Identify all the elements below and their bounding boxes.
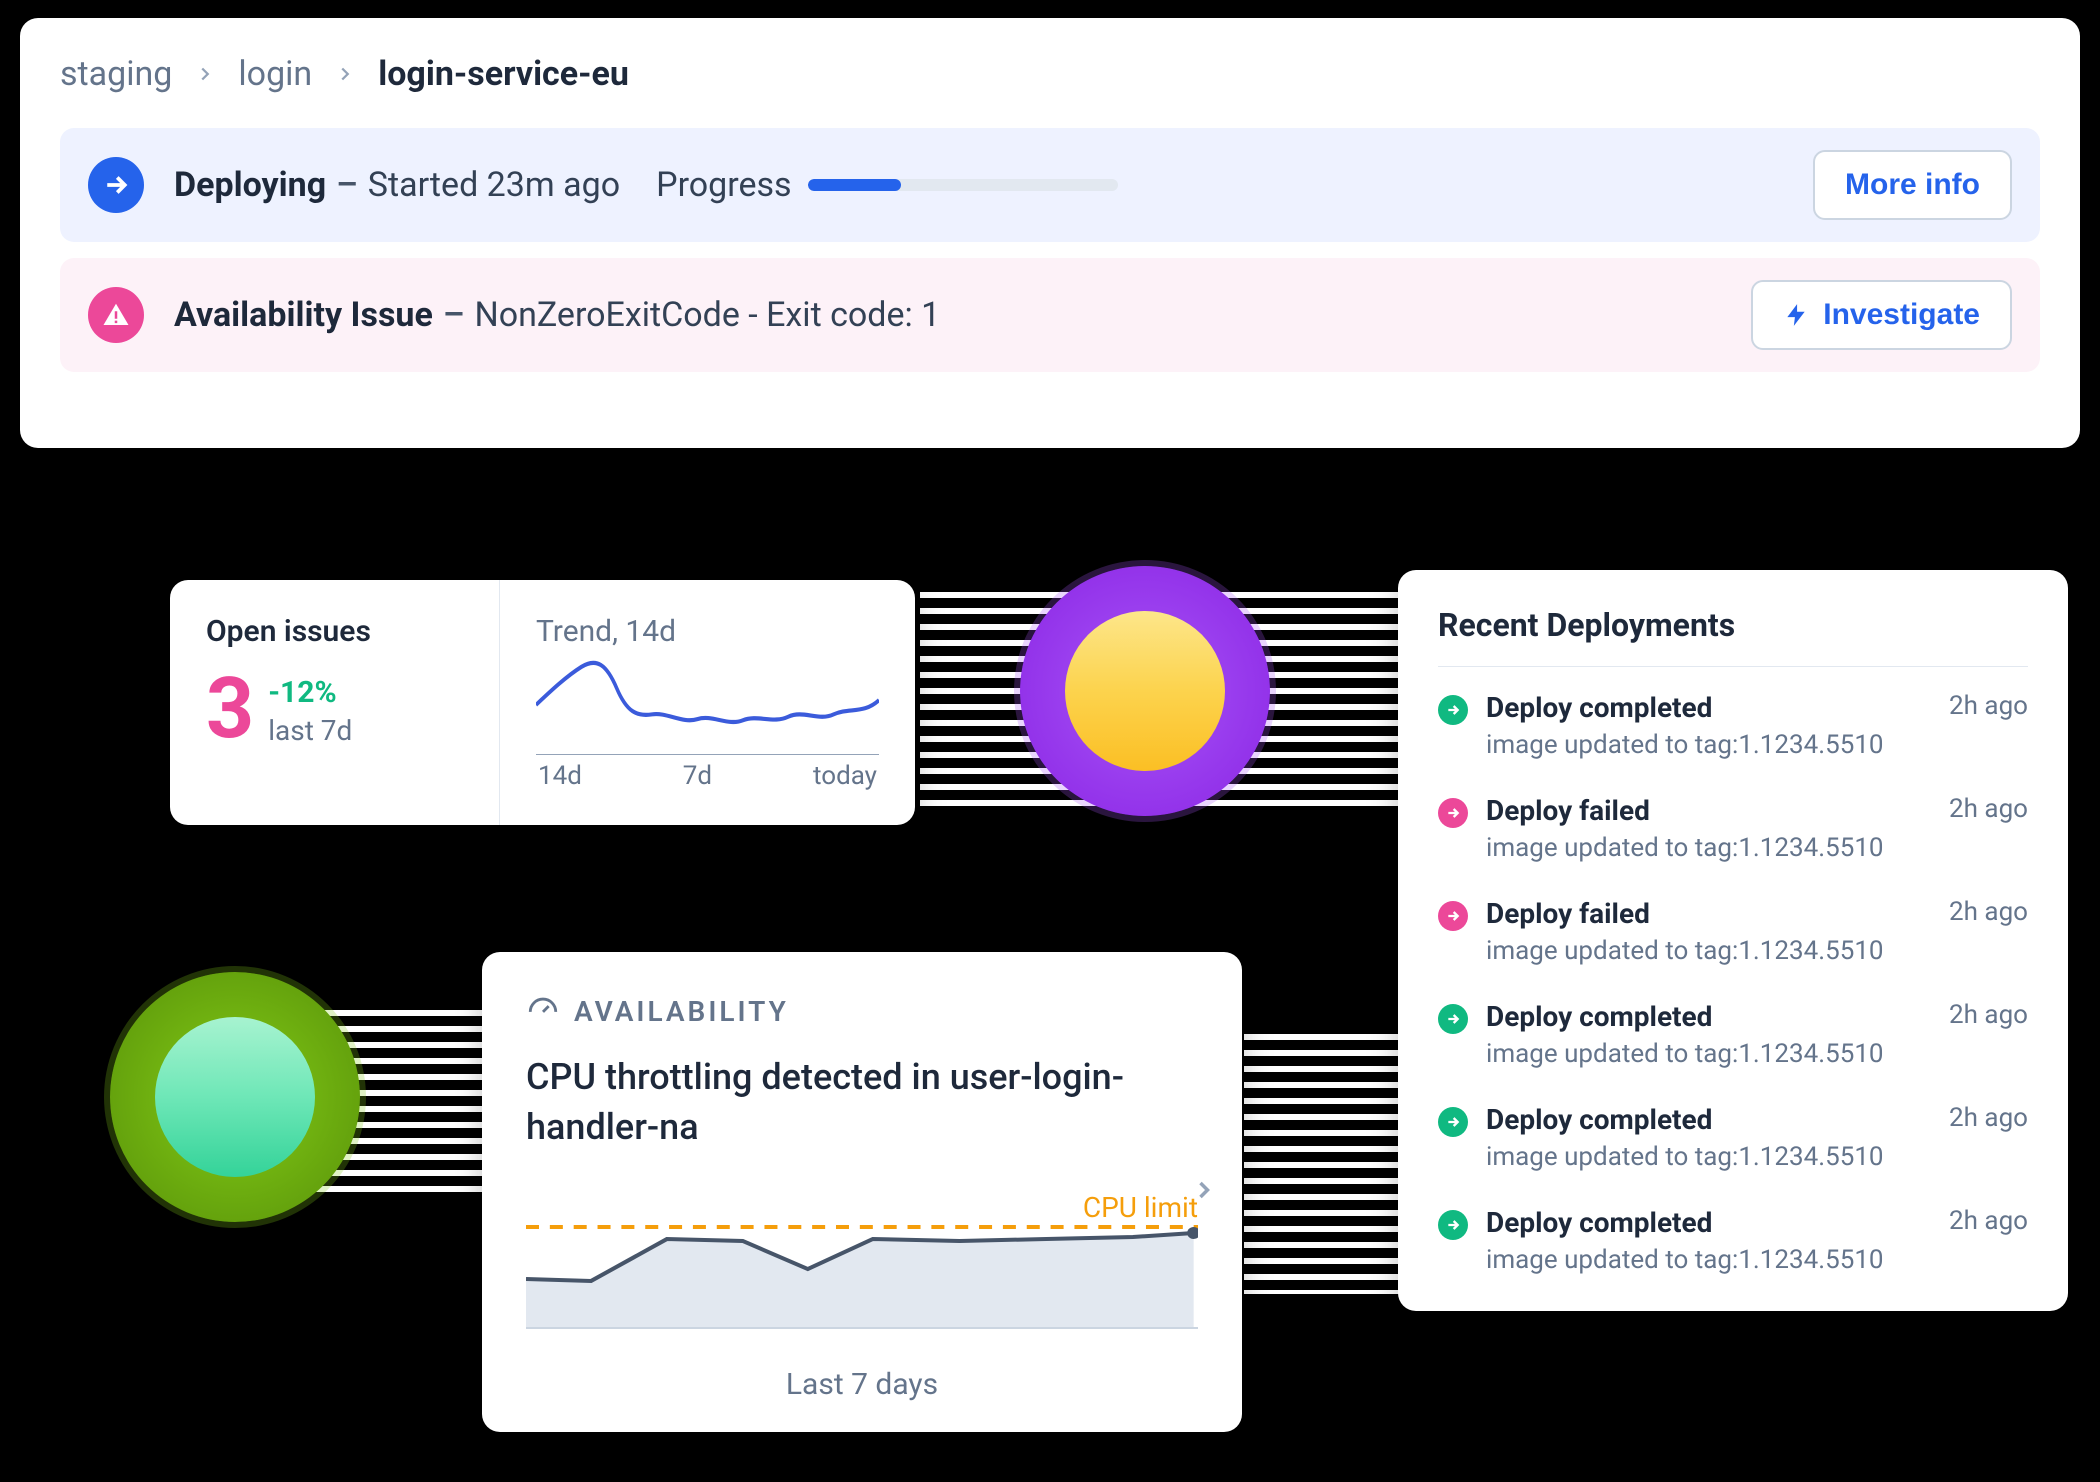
success-icon (1438, 695, 1468, 725)
availability-card[interactable]: AVAILABILITY CPU throttling detected in … (482, 952, 1242, 1432)
deployment-title: Deploy completed (1486, 691, 1931, 724)
open-issues-card[interactable]: Open issues 3 -12% last 7d Trend, 14d 14… (170, 580, 915, 825)
chevron-right-icon[interactable] (1190, 1176, 1218, 1208)
cpu-chart (526, 1169, 1198, 1329)
deployment-row[interactable]: Deploy completed image updated to tag:1.1… (1438, 1000, 2028, 1069)
open-issues-period: last 7d (268, 714, 352, 747)
breadcrumb: staging login login-service-eu (60, 54, 2040, 94)
deployment-time: 2h ago (1949, 1206, 2028, 1236)
availability-footer: Last 7 days (526, 1367, 1198, 1402)
recent-deployments-card: Recent Deployments Deploy completed image… (1398, 570, 2068, 1311)
service-header-card: staging login login-service-eu Deploying… (20, 18, 2080, 448)
progress-bar-fill (808, 179, 901, 191)
deployment-time: 2h ago (1949, 794, 2028, 824)
availability-headline: CPU throttling detected in user-login-ha… (526, 1052, 1198, 1153)
deploy-banner-title: Deploying (174, 165, 326, 205)
deployment-title: Deploy completed (1486, 1103, 1931, 1136)
deployment-time: 2h ago (1949, 1103, 2028, 1133)
deployment-time: 2h ago (1949, 1000, 2028, 1030)
chevron-right-icon (334, 63, 356, 85)
open-issues-title: Open issues (206, 614, 463, 649)
alert-triangle-icon (88, 287, 144, 343)
trend-axis: 14d 7d today (536, 754, 879, 791)
trend-sparkline (536, 655, 879, 750)
chevron-right-icon (194, 63, 216, 85)
deployment-title: Deploy completed (1486, 1206, 1931, 1239)
trend-title: Trend, 14d (536, 614, 879, 649)
success-icon (1438, 1004, 1468, 1034)
deploy-banner: Deploying – Started 23m ago Progress Mor… (60, 128, 2040, 242)
deployment-title: Deploy failed (1486, 794, 1931, 827)
success-icon (1438, 1210, 1468, 1240)
deployment-detail: image updated to tag:1.1234.5510 (1486, 1039, 1931, 1069)
deployment-time: 2h ago (1949, 897, 2028, 927)
gauge-icon (526, 992, 560, 1030)
avatar-photo (1065, 611, 1225, 771)
deployment-detail: image updated to tag:1.1234.5510 (1486, 833, 1931, 863)
open-issues-panel: Open issues 3 -12% last 7d (170, 580, 500, 825)
recent-deployments-title: Recent Deployments (1438, 606, 2028, 644)
open-issues-delta: -12% (268, 675, 352, 710)
breadcrumb-item[interactable]: staging (60, 54, 172, 94)
progress-bar (808, 179, 1118, 191)
deployment-time: 2h ago (1949, 691, 2028, 721)
issue-banner-subtitle: NonZeroExitCode - Exit code: 1 (474, 295, 940, 335)
deployment-detail: image updated to tag:1.1234.5510 (1486, 1245, 1931, 1275)
issue-banner-title: Availability Issue (174, 295, 433, 335)
deployment-title: Deploy completed (1486, 1000, 1931, 1033)
breadcrumb-item[interactable]: login (238, 54, 312, 94)
fail-icon (1438, 798, 1468, 828)
deployment-detail: image updated to tag:1.1234.5510 (1486, 1142, 1931, 1172)
issue-banner: Availability Issue – NonZeroExitCode - E… (60, 258, 2040, 372)
deployment-row[interactable]: Deploy completed image updated to tag:1.1… (1438, 1206, 2028, 1275)
trend-panel: Trend, 14d 14d 7d today (500, 580, 915, 825)
deployment-row[interactable]: Deploy completed image updated to tag:1.1… (1438, 691, 2028, 760)
avatar (110, 972, 360, 1222)
avatar (1020, 566, 1270, 816)
avatar-photo (155, 1017, 315, 1177)
deployment-row[interactable]: Deploy failed image updated to tag:1.1234… (1438, 794, 2028, 863)
deploy-banner-subtitle: Started 23m ago (368, 165, 620, 205)
deployment-title: Deploy failed (1486, 897, 1931, 930)
deployment-detail: image updated to tag:1.1234.5510 (1486, 730, 1931, 760)
breadcrumb-current: login-service-eu (378, 54, 629, 94)
deployment-row[interactable]: Deploy failed image updated to tag:1.1234… (1438, 897, 2028, 966)
arrow-right-circle-icon (88, 157, 144, 213)
more-info-button[interactable]: More info (1813, 150, 2012, 220)
deployment-detail: image updated to tag:1.1234.5510 (1486, 936, 1931, 966)
progress-label: Progress (656, 165, 791, 205)
lightning-icon (1783, 300, 1809, 330)
availability-section-label: AVAILABILITY (574, 995, 789, 1028)
fail-icon (1438, 901, 1468, 931)
open-issues-count: 3 (206, 667, 254, 751)
investigate-button[interactable]: Investigate (1751, 280, 2012, 350)
deployment-row[interactable]: Deploy completed image updated to tag:1.1… (1438, 1103, 2028, 1172)
success-icon (1438, 1107, 1468, 1137)
